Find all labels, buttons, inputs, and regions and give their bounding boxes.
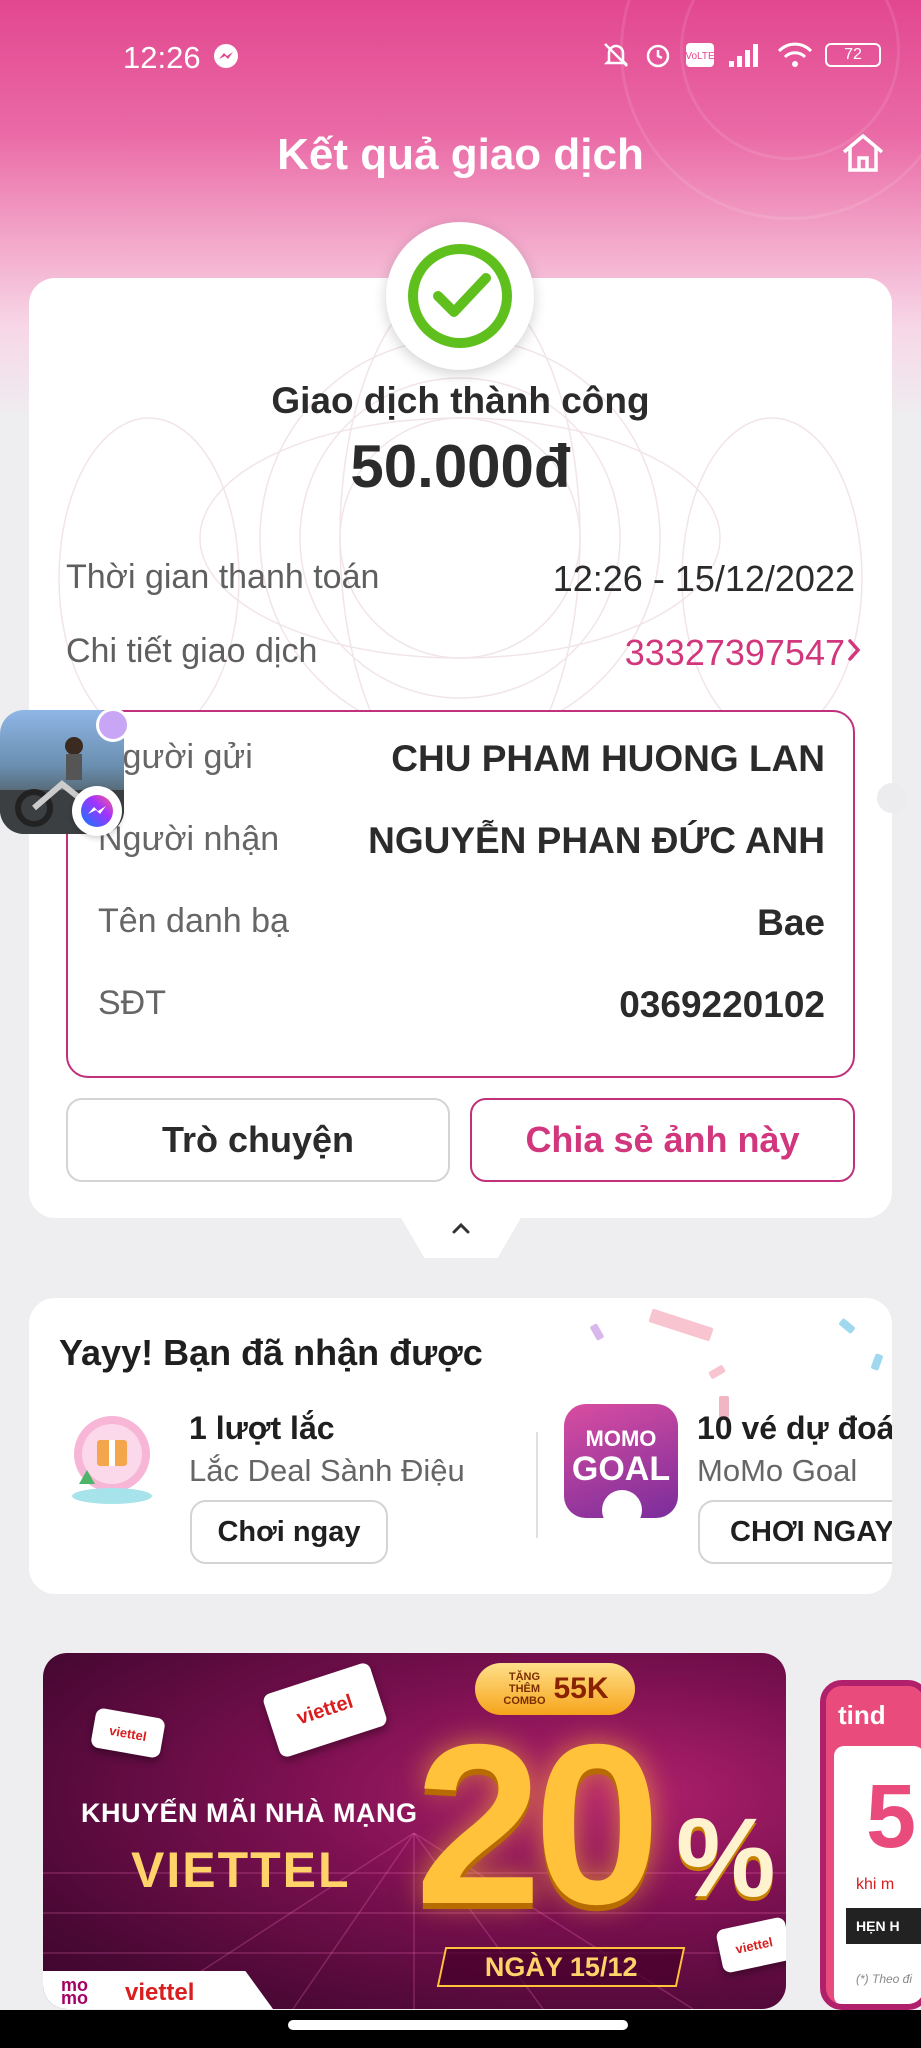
alarm-icon [646, 44, 670, 68]
contact-name-label: Tên danh bạ [98, 902, 289, 940]
confetti [870, 1353, 884, 1371]
confetti [708, 1364, 726, 1380]
volte-icon: VoLTE [685, 43, 715, 67]
transaction-detail-label: Chi tiết giao dịch [66, 632, 318, 670]
viettel-logo: viettel [125, 1979, 195, 2006]
reward-1-subtitle: Lắc Deal Sành Điệu [189, 1453, 465, 1488]
ticket-notch-right [877, 783, 907, 813]
contact-name-value: Bae [757, 902, 825, 943]
home-icon[interactable] [840, 132, 886, 179]
momo-goal-icon: MOMO GOAL [564, 1404, 678, 1518]
promo-line2: VIETTEL [131, 1842, 351, 1898]
confetti [589, 1323, 605, 1341]
promo-percent-sign: % [676, 1795, 776, 1920]
chat-head-notification-dot [96, 708, 130, 742]
viettel-sim-card: viettel [261, 1661, 389, 1759]
status-icons: VoLTE 72 [601, 40, 881, 70]
momo-logo: mo mo [61, 1975, 88, 2008]
reward-divider [536, 1432, 538, 1538]
reward-1-name: 1 lượt lắc [189, 1410, 335, 1446]
messenger-notification-icon [212, 42, 240, 75]
sender-value: CHU PHAM HUONG LAN [391, 738, 825, 779]
reward-2-subtitle: MoMo Goal [697, 1453, 858, 1488]
promo-date-text: NGÀY 15/12 [484, 1951, 638, 1982]
shake-deal-icon [67, 1410, 157, 1515]
chat-button[interactable]: Trò chuyện [66, 1098, 450, 1182]
tinder-logo: tind [838, 1700, 886, 1730]
tinder-promo-banner[interactable]: tind 5 khi m HẸN H (*) Theo đi [820, 1680, 921, 2010]
momo-goal-logo-line1: MOMO [585, 1426, 657, 1451]
chevron-right-icon[interactable] [847, 638, 861, 667]
messenger-icon [72, 786, 122, 836]
promo-discount-number: 20 [415, 1698, 661, 1952]
reward-1-play-button[interactable]: Chơi ngay [190, 1500, 388, 1564]
check-circle-icon [408, 244, 512, 348]
payment-time-value: 12:26 - 15/12/2022 [552, 558, 855, 599]
tinder-banner-footnote: (*) Theo đi [856, 1972, 913, 1986]
tinder-banner-caption: khi m [856, 1876, 895, 1893]
tinder-banner-button[interactable]: HẸN H [846, 1908, 921, 1944]
tinder-banner-number: 5 [866, 1767, 917, 1867]
viettel-sim-card: viettel [90, 1707, 166, 1759]
transaction-detail-link[interactable]: 33327397547 [625, 632, 845, 674]
svg-text:VoLTE: VoLTE [685, 51, 715, 62]
promo-line1: KHUYẾN MÃI NHÀ MẠNG [81, 1798, 418, 1828]
home-gesture-pill[interactable] [288, 2020, 628, 2030]
status-bar: 12:26 VoLTE 72 [0, 30, 921, 86]
reward-2-play-button[interactable]: CHƠI NGAY [698, 1500, 892, 1564]
transaction-status: Giao dịch thành công [271, 380, 650, 421]
promo-date: NGÀY 15/12 [436, 1947, 686, 1987]
wifi-icon [777, 42, 813, 67]
collapse-toggle[interactable] [400, 1216, 522, 1258]
transaction-amount: 50.000đ [350, 433, 571, 500]
status-time: 12:26 [123, 40, 201, 75]
phone-value: 0369220102 [619, 984, 825, 1025]
phone-label: SĐT [98, 984, 166, 1022]
chevron-up-icon [452, 1222, 470, 1234]
receiver-value: NGUYỄN PHAN ĐỨC ANH [368, 820, 825, 861]
signal-icon [729, 44, 758, 67]
confetti [838, 1317, 856, 1335]
momo-goal-logo-line2: GOAL [571, 1450, 671, 1488]
reward-2-name: 10 vé dự đoá [697, 1410, 892, 1446]
confetti [648, 1308, 714, 1342]
rewards-card: Yayy! Bạn đã nhận được 1 lượt lắc Lắc De… [29, 1298, 892, 1594]
rewards-title: Yayy! Bạn đã nhận được [59, 1332, 483, 1373]
receiver-label: Người nhận [98, 820, 280, 858]
recipient-info-box: Người gửi CHU PHAM HUONG LAN Người nhận … [66, 710, 855, 1078]
system-nav-bar [0, 2010, 921, 2048]
page-title: Kết quả giao dịch [277, 130, 644, 179]
share-image-button[interactable]: Chia sẻ ảnh này [470, 1098, 855, 1182]
battery-icon: 72 [825, 43, 881, 67]
viettel-promo-banner[interactable]: viettel viettel viettel TẶNG THÊM COMBO … [43, 1653, 786, 2009]
payment-time-label: Thời gian thanh toán [66, 558, 380, 596]
success-badge [386, 222, 534, 370]
soccer-ball-icon [602, 1490, 642, 1518]
mute-bell-icon [603, 43, 629, 67]
